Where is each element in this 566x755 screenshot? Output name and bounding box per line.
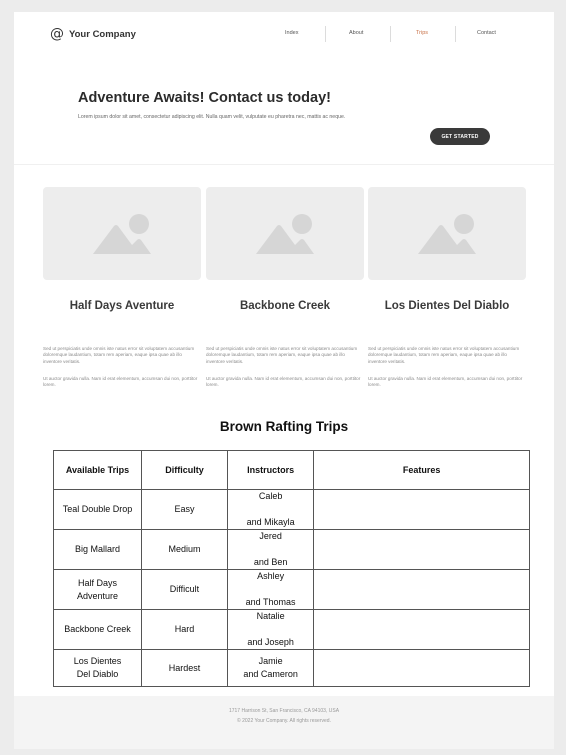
at-sign-icon: @ [50, 26, 64, 42]
card-title: Los Dientes Del Diablo [384, 300, 510, 312]
table-header-row: Available Trips Difficulty Instructors F… [53, 450, 530, 490]
cell-trip: Teal Double Drop [53, 489, 142, 530]
hero-text: Lorem ipsum dolor sit amet, consectetur … [78, 114, 346, 120]
image-placeholder-icon [418, 213, 476, 254]
table-row: Teal Double Drop Easy Caleb and Mikayla [53, 489, 530, 530]
column-header: Difficulty [140, 450, 228, 490]
cell-difficulty: Medium [140, 529, 228, 570]
cell-instructors: Jamie and Cameron [226, 649, 315, 687]
card-text: Ut auctor gravida nulla. Nam id erat ele… [206, 376, 361, 388]
hero-title: Adventure Awaits! Contact us today! [78, 90, 331, 106]
footer: 1717 Harrison St, San Francisco, CA 9410… [14, 696, 554, 749]
card-image [368, 187, 526, 280]
column-header: Instructors [226, 450, 315, 490]
logo-text: Your Company [69, 28, 136, 40]
card-title: Half Days Aventure [69, 300, 175, 312]
cell-difficulty: Hard [140, 609, 228, 650]
cell-features [313, 569, 530, 610]
nav-link-trips[interactable]: Trips [416, 28, 428, 39]
card-image [43, 187, 201, 280]
cell-trip: Big Mallard [53, 529, 142, 570]
cell-instructors: Jered and Ben [226, 529, 315, 570]
table-title: Brown Rafting Trips [219, 419, 349, 434]
nav-link-index[interactable]: Index [285, 28, 298, 39]
cell-trip: Los Dientes Del Diablo [53, 649, 142, 687]
column-header: Features [313, 450, 530, 490]
cell-difficulty: Hardest [140, 649, 228, 687]
cell-instructors: Caleb and Mikayla [226, 489, 315, 530]
trip-card: Half Days Aventure Sed ut perspiciatis u… [43, 187, 201, 387]
footer-copyright: © 2022 Your Company. All rights reserved… [237, 718, 331, 724]
card-text: Ut auctor gravida nulla. Nam id erat ele… [43, 376, 198, 388]
divider [14, 164, 554, 165]
cell-difficulty: Difficult [140, 569, 228, 610]
nav-link-about[interactable]: About [349, 28, 363, 39]
table-row: Backbone Creek Hard Natalie and Joseph [53, 609, 530, 650]
image-placeholder-icon [93, 213, 151, 254]
cell-instructors: Ashley and Thomas [226, 569, 315, 610]
nav-link-contact[interactable]: Contact [477, 28, 496, 39]
cell-features [313, 649, 530, 687]
cell-trip: Backbone Creek [53, 609, 142, 650]
logo[interactable]: @ Your Company [50, 27, 136, 41]
table-row: Big Mallard Medium Jered and Ben [53, 529, 530, 570]
cell-features [313, 489, 530, 530]
cell-features [313, 529, 530, 570]
get-started-button[interactable]: GET STARTED [430, 128, 490, 145]
cell-difficulty: Easy [140, 489, 228, 530]
card-text: Sed ut perspiciatis unde omnis iste natu… [43, 346, 195, 364]
trip-card: Backbone Creek Sed ut perspiciatis unde … [206, 187, 364, 387]
card-text: Sed ut perspiciatis unde omnis iste natu… [206, 346, 358, 364]
card-image [206, 187, 364, 280]
card-title: Backbone Creek [239, 300, 331, 312]
page: @ Your Company Index About Trips Contact… [14, 12, 554, 749]
card-text: Sed ut perspiciatis unde omnis iste natu… [368, 346, 520, 364]
nav-divider [325, 26, 326, 42]
cell-instructors: Natalie and Joseph [226, 609, 315, 650]
column-header: Available Trips [53, 450, 142, 490]
cell-trip: Half Days Adventure [53, 569, 142, 610]
footer-address: 1717 Harrison St, San Francisco, CA 9410… [228, 708, 340, 714]
nav-divider [390, 26, 391, 42]
card-text: Ut auctor gravida nulla. Nam id erat ele… [368, 376, 523, 388]
trips-table: Available Trips Difficulty Instructors F… [53, 450, 530, 687]
trip-card: Los Dientes Del Diablo Sed ut perspiciat… [368, 187, 526, 387]
table-row: Half Days Adventure Difficult Ashley and T… [53, 569, 530, 610]
nav-divider [455, 26, 456, 42]
cell-features [313, 609, 530, 650]
image-placeholder-icon [256, 213, 314, 254]
table-row: Los Dientes Del Diablo Hardest Jamie and C… [53, 649, 530, 687]
